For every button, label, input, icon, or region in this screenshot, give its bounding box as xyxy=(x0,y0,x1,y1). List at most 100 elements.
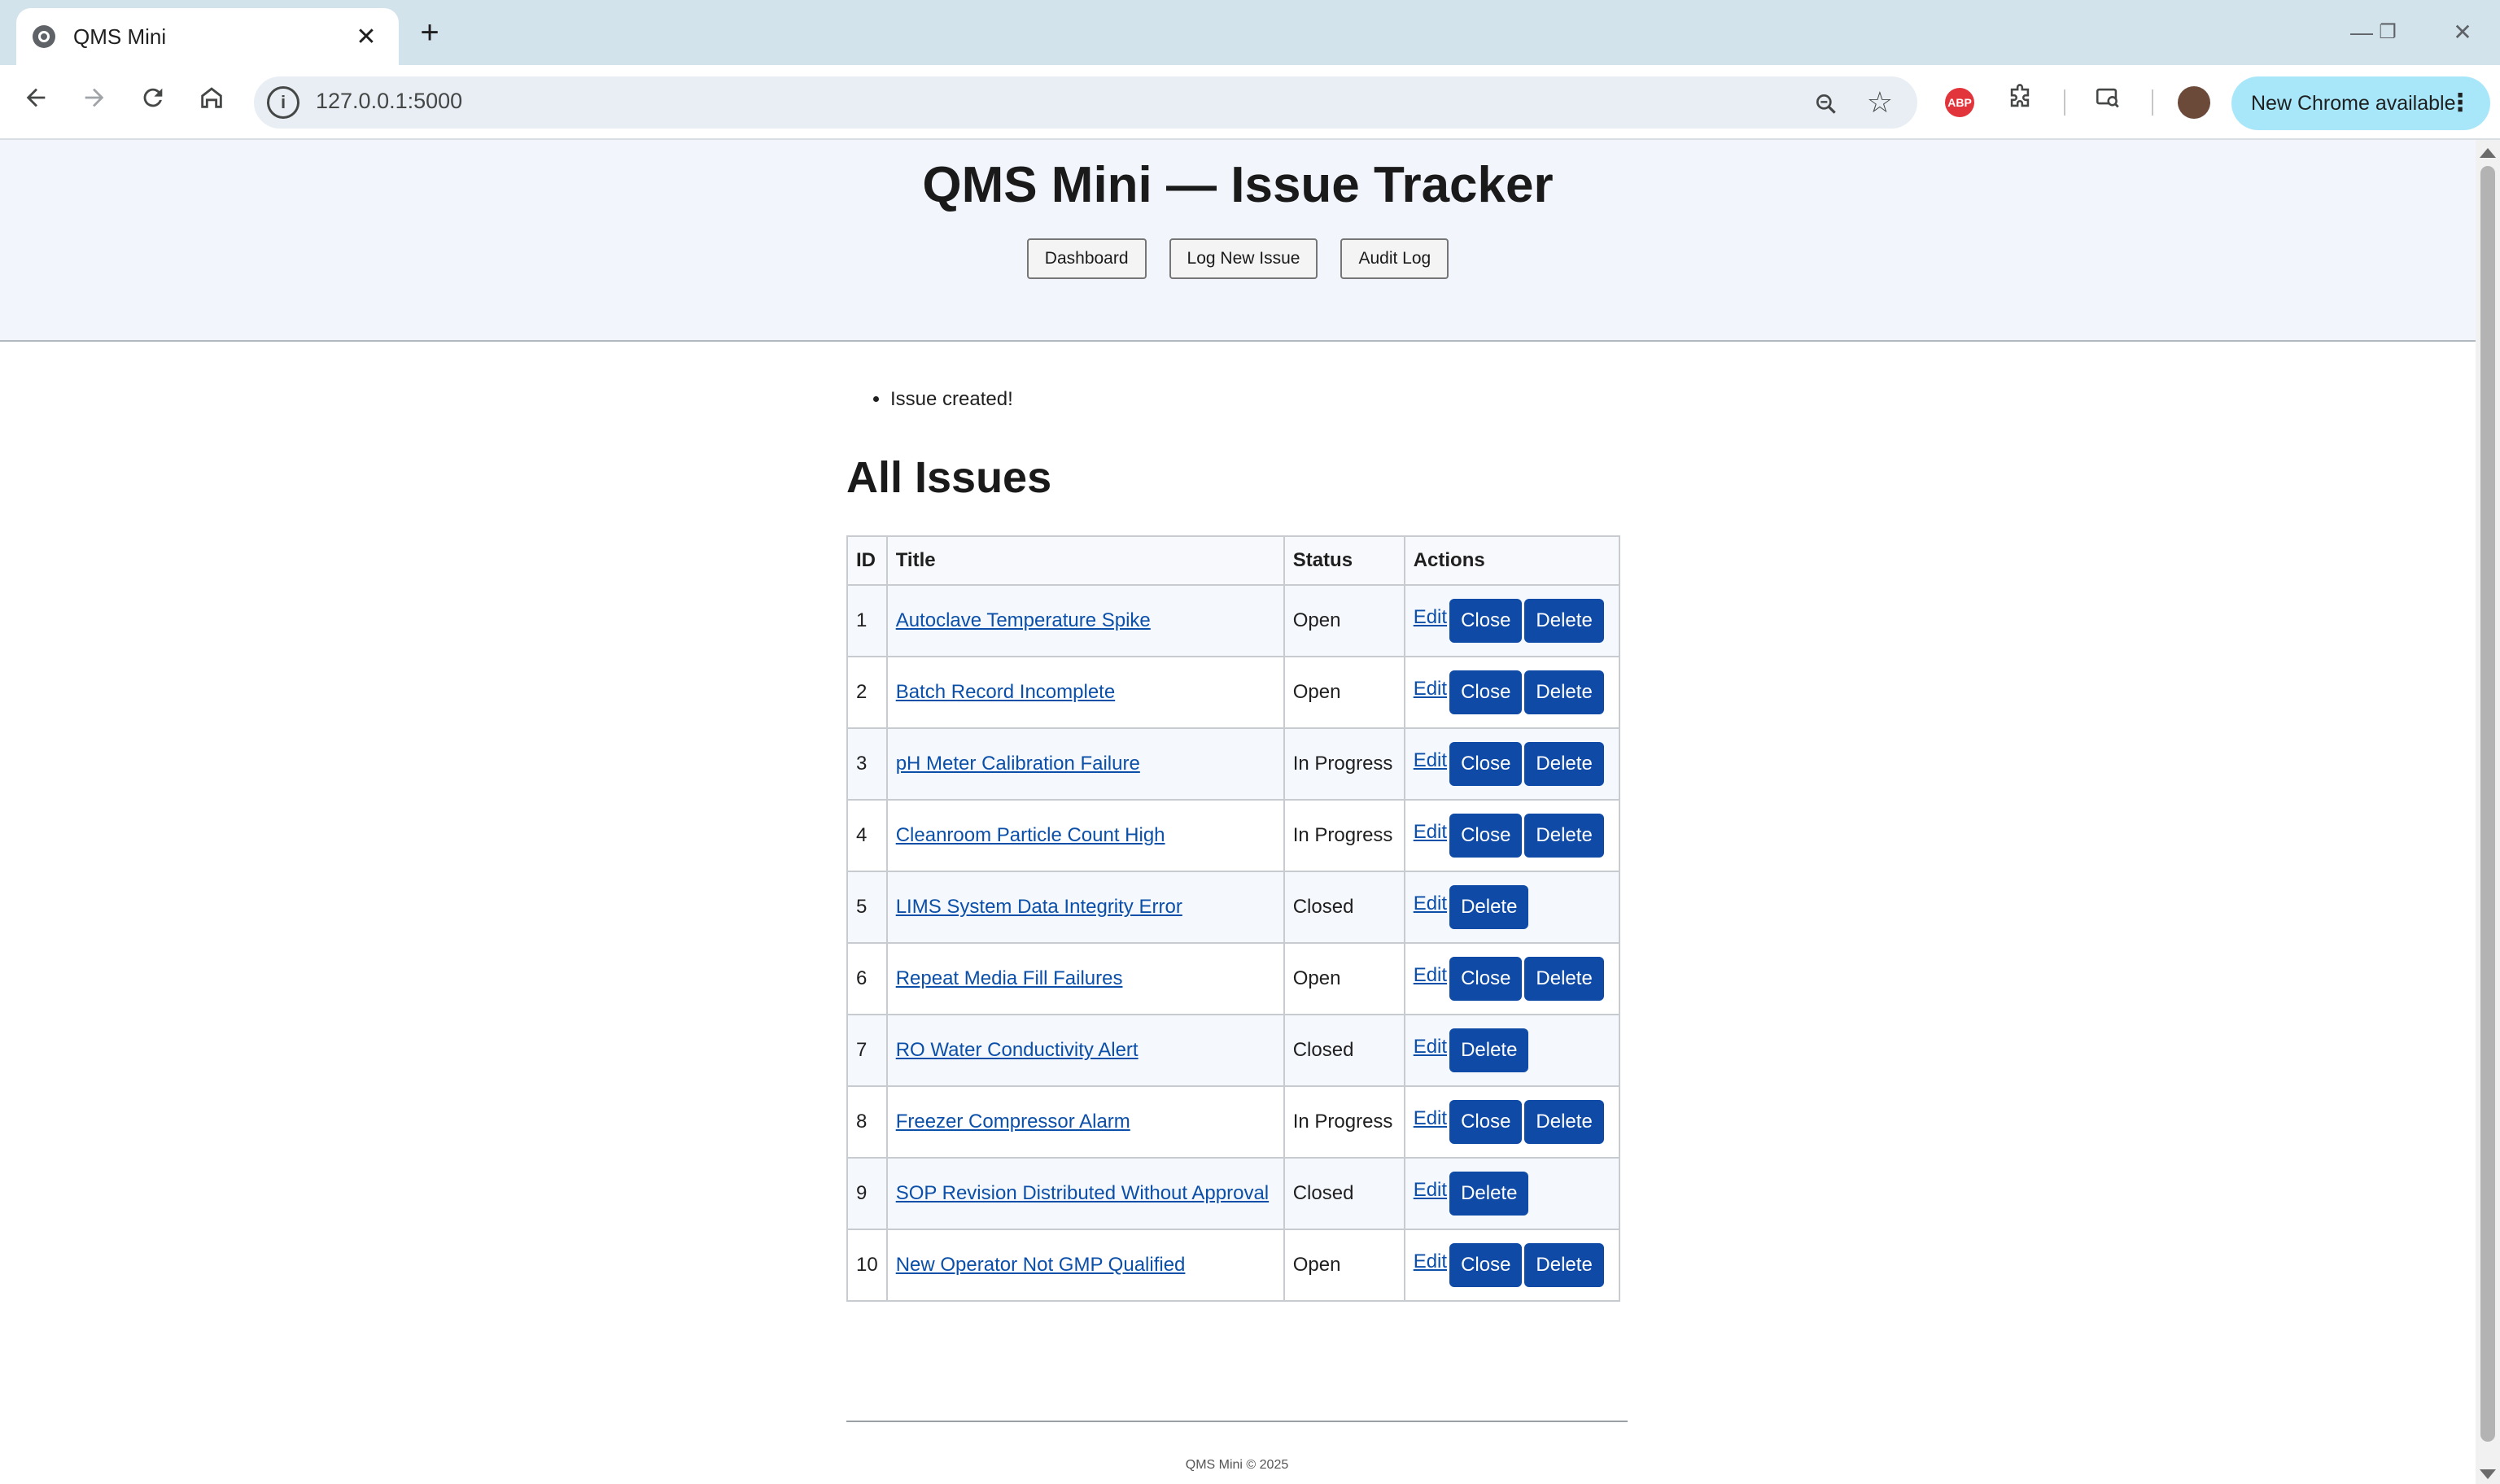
new-tab-button[interactable]: + xyxy=(413,13,446,52)
edit-link[interactable]: Edit xyxy=(1414,821,1447,844)
main-content: Issue created! All Issues ID Title Statu… xyxy=(846,342,1628,1302)
issue-status: Open xyxy=(1283,942,1405,1015)
delete-issue-button[interactable]: Delete xyxy=(1524,957,1604,1001)
table-row: 8 Freezer Compressor Alarm In Progress Edit… xyxy=(846,1085,1620,1159)
site-header: QMS Mini — Issue Tracker Dashboard Log N… xyxy=(0,140,2476,342)
issue-id: 10 xyxy=(846,1229,888,1302)
table-row: 7 RO Water Conductivity Alert Closed Edit De… xyxy=(846,1014,1620,1087)
close-issue-button[interactable]: Close xyxy=(1449,1100,1523,1144)
edit-link[interactable]: Edit xyxy=(1414,678,1447,701)
table-row: 6 Repeat Media Fill Failures Open Edit Close… xyxy=(846,942,1620,1015)
issue-status: In Progress xyxy=(1283,727,1405,801)
edit-link[interactable]: Edit xyxy=(1414,1107,1447,1130)
issue-actions: Edit Close Delete xyxy=(1403,1085,1620,1159)
log-new-issue-button[interactable]: Log New Issue xyxy=(1169,238,1318,279)
close-issue-button[interactable]: Close xyxy=(1449,814,1523,858)
delete-issue-button[interactable]: Delete xyxy=(1524,599,1604,643)
url-text[interactable]: 127.0.0.1:5000 xyxy=(316,89,462,114)
delete-issue-button[interactable]: Delete xyxy=(1449,885,1529,929)
issue-title-link[interactable]: LIMS System Data Integrity Error xyxy=(896,896,1182,918)
delete-issue-button[interactable]: Delete xyxy=(1524,1243,1604,1287)
issue-actions: Edit Close Delete xyxy=(1403,799,1620,872)
close-issue-button[interactable]: Close xyxy=(1449,957,1523,1001)
flash-message: Issue created! xyxy=(890,387,1628,412)
column-header-title: Title xyxy=(885,535,1285,586)
issue-title-link[interactable]: Autoclave Temperature Spike xyxy=(896,609,1151,631)
edit-link[interactable]: Edit xyxy=(1414,606,1447,629)
scroll-down-arrow-icon[interactable] xyxy=(2480,1469,2496,1479)
edit-link[interactable]: Edit xyxy=(1414,1179,1447,1202)
edit-link[interactable]: Edit xyxy=(1414,749,1447,772)
issues-heading: All Issues xyxy=(846,453,1052,502)
menu-dots-icon[interactable]: ⋮ xyxy=(2448,76,2472,130)
page-viewport: QMS Mini — Issue Tracker Dashboard Log N… xyxy=(0,140,2476,1484)
edit-link[interactable]: Edit xyxy=(1414,1250,1447,1273)
scroll-thumb[interactable] xyxy=(2480,166,2495,1442)
info-icon[interactable]: i xyxy=(267,86,299,119)
page-scrollbar[interactable] xyxy=(2476,140,2500,1484)
adblock-icon[interactable]: ABP xyxy=(1945,88,1974,117)
issue-title-cell: LIMS System Data Integrity Error xyxy=(885,871,1285,944)
globe-icon xyxy=(33,25,55,48)
issue-title-link[interactable]: RO Water Conductivity Alert xyxy=(896,1039,1139,1061)
home-icon[interactable] xyxy=(192,83,231,122)
back-arrow-icon[interactable] xyxy=(16,83,55,122)
close-issue-button[interactable]: Close xyxy=(1449,670,1523,714)
table-row: 4 Cleanroom Particle Count High In Progres… xyxy=(846,799,1620,872)
issue-actions: Edit Close Delete xyxy=(1403,584,1620,657)
issue-status: Closed xyxy=(1283,1014,1405,1087)
close-issue-button[interactable]: Close xyxy=(1449,599,1523,643)
table-row: 2 Batch Record Incomplete Open Edit Close Del… xyxy=(846,656,1620,729)
column-header-actions: Actions xyxy=(1403,535,1620,586)
delete-issue-button[interactable]: Delete xyxy=(1449,1028,1529,1072)
edit-link[interactable]: Edit xyxy=(1414,1036,1447,1058)
close-issue-button[interactable]: Close xyxy=(1449,742,1523,786)
issue-title-cell: Freezer Compressor Alarm xyxy=(885,1085,1285,1159)
puzzle-icon[interactable] xyxy=(2000,83,2039,122)
close-tab-icon[interactable]: ✕ xyxy=(350,23,382,51)
issue-actions: Edit Delete xyxy=(1403,1157,1620,1230)
star-icon[interactable]: ☆ xyxy=(1867,83,1893,122)
edit-link[interactable]: Edit xyxy=(1414,893,1447,915)
delete-issue-button[interactable]: Delete xyxy=(1524,1100,1604,1144)
browser-tab[interactable]: QMS Mini ✕ xyxy=(16,8,399,65)
issue-title-link[interactable]: Batch Record Incomplete xyxy=(896,681,1115,703)
table-row: 9 SOP Revision Distributed Without Approv… xyxy=(846,1157,1620,1230)
media-search-icon[interactable] xyxy=(2088,83,2127,122)
issue-title-link[interactable]: SOP Revision Distributed Without Approva… xyxy=(896,1182,1269,1204)
issue-actions: Edit Delete xyxy=(1403,871,1620,944)
zoom-icon[interactable] xyxy=(1813,83,1839,122)
issue-id: 7 xyxy=(846,1014,888,1087)
issue-actions: Edit Close Delete xyxy=(1403,1229,1620,1302)
close-window-button[interactable]: ✕ xyxy=(2438,13,2487,52)
issue-title-cell: New Operator Not GMP Qualified xyxy=(885,1229,1285,1302)
page-title: QMS Mini — Issue Tracker xyxy=(922,157,1554,213)
issue-title-link[interactable]: New Operator Not GMP Qualified xyxy=(896,1254,1186,1276)
audit-log-button[interactable]: Audit Log xyxy=(1340,238,1449,279)
delete-issue-button[interactable]: Delete xyxy=(1449,1172,1529,1216)
issue-title-link[interactable]: Cleanroom Particle Count High xyxy=(896,824,1165,846)
flash-messages: Issue created! xyxy=(846,387,1628,412)
reload-icon[interactable] xyxy=(133,83,173,122)
close-issue-button[interactable]: Close xyxy=(1449,1243,1523,1287)
dashboard-button[interactable]: Dashboard xyxy=(1026,238,1147,279)
restore-button[interactable]: ❐ xyxy=(2363,13,2412,52)
edit-link[interactable]: Edit xyxy=(1414,964,1447,987)
delete-issue-button[interactable]: Delete xyxy=(1524,742,1604,786)
issue-id: 9 xyxy=(846,1157,888,1230)
profile-avatar[interactable] xyxy=(2178,86,2210,119)
forward-arrow-icon[interactable] xyxy=(75,83,114,122)
table-row: 3 pH Meter Calibration Failure In Progress… xyxy=(846,727,1620,801)
table-row: 5 LIMS System Data Integrity Error Closed E… xyxy=(846,871,1620,944)
delete-issue-button[interactable]: Delete xyxy=(1524,814,1604,858)
scroll-up-arrow-icon[interactable] xyxy=(2480,148,2496,158)
issue-title-link[interactable]: Freezer Compressor Alarm xyxy=(896,1111,1130,1133)
address-bar[interactable]: i 127.0.0.1:5000 ☆ xyxy=(254,76,1917,129)
issue-id: 5 xyxy=(846,871,888,944)
issue-status: Closed xyxy=(1283,1157,1405,1230)
issue-title-link[interactable]: pH Meter Calibration Failure xyxy=(896,753,1140,775)
chrome-update-button[interactable]: New Chrome available ⋮ xyxy=(2231,76,2490,130)
issue-title-cell: Batch Record Incomplete xyxy=(885,656,1285,729)
delete-issue-button[interactable]: Delete xyxy=(1524,670,1604,714)
issue-title-link[interactable]: Repeat Media Fill Failures xyxy=(896,967,1123,989)
